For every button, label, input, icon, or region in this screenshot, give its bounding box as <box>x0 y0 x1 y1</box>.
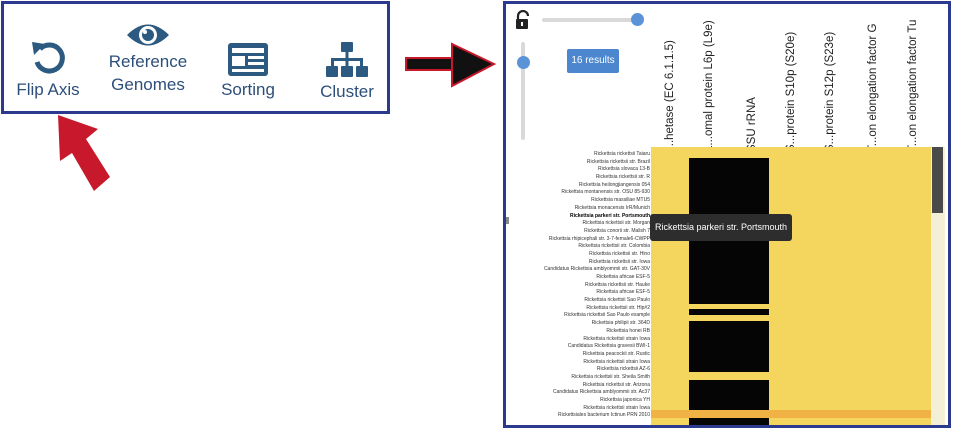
row-label[interactable]: Rickettsia rickettsii str. Brazil <box>510 159 650 167</box>
row-label[interactable]: Rickettsia rickettsii str. Morgan <box>510 220 650 228</box>
reference-genomes-button[interactable]: Reference Genomes <box>102 20 194 96</box>
column-header[interactable]: S...protein S10p (S20e) <box>785 32 797 152</box>
row-label[interactable]: Rickettsia rickettsii Sao Paulo example <box>510 312 650 320</box>
row-label[interactable]: Rickettsia parkeri str. Portsmouth <box>510 213 650 221</box>
column-header[interactable]: T...on elongation factor Tu <box>907 20 919 152</box>
flip-axis-button[interactable]: Flip Axis <box>8 38 88 101</box>
heat-cells-black[interactable] <box>689 380 769 425</box>
row-label[interactable]: Rickettsia japonica YH <box>510 397 650 405</box>
resize-handle[interactable] <box>506 217 509 224</box>
row-label[interactable]: Rickettsia africae ESF-5 <box>510 274 650 282</box>
row-label[interactable]: Rickettsia rickettsii str. Hauke <box>510 282 650 290</box>
sorting-label: Sorting <box>221 80 275 99</box>
row-label[interactable]: Rickettsia rickettsii AZ-6 <box>510 366 650 374</box>
column-header[interactable]: T...on elongation factor G <box>867 24 879 153</box>
undo-icon <box>32 42 65 74</box>
heat-row-highlight[interactable] <box>651 410 931 418</box>
heatmap-grid[interactable] <box>651 147 931 425</box>
row-label[interactable]: Rickettsia philipii str. 364D <box>510 320 650 328</box>
row-label[interactable]: Rickettsia heilongjiangensis 054 <box>510 182 650 190</box>
cluster-button[interactable]: Cluster <box>309 40 385 103</box>
row-labels: Rickettsia rickettsii Taiaru Rickettsia r… <box>510 151 650 420</box>
reference-label-line1: Reference <box>108 52 188 71</box>
sitemap-icon <box>326 42 368 77</box>
row-label[interactable]: Rickettsia rickettsii str. Colombia <box>510 243 650 251</box>
reference-label-line2: Genomes <box>111 75 185 94</box>
row-tooltip: Rickettsia parkeri str. Portsmouth <box>650 214 792 241</box>
row-label[interactable]: Rickettsia rickettsii str. Hino <box>510 251 650 259</box>
row-label[interactable]: Candidatus Rickettsia amblyommii str. Ac… <box>510 389 650 397</box>
row-label[interactable]: Rickettsia rickettsii strain Iowa <box>510 359 650 367</box>
row-label[interactable]: Rickettsia rickettsii Taiaru <box>510 151 650 159</box>
row-label[interactable]: Rickettsia monacensis IrR/Munich <box>510 205 650 213</box>
row-label[interactable]: Rickettsia rickettsii Sao Paulo <box>510 297 650 305</box>
row-label[interactable]: Rickettsia rickettsii str. Arizona <box>510 382 650 390</box>
column-headers: l...hetase (EC 6.1.1.5) L...omal protein … <box>506 4 948 153</box>
column-header[interactable]: SSU rRNA <box>746 97 758 152</box>
toolbar-panel: Flip Axis Reference Genomes Sorting Clus… <box>1 1 390 114</box>
heat-cells-black[interactable] <box>689 321 769 372</box>
row-label[interactable]: Rickettsiales bacterium Ictinun PRN 2010 <box>510 412 650 420</box>
column-header[interactable]: l...hetase (EC 6.1.1.5) <box>664 40 676 152</box>
heat-cells-black[interactable] <box>689 309 769 315</box>
newspaper-icon <box>228 43 268 76</box>
row-label[interactable]: Candidatus Rickettsia amblyommii str. GA… <box>510 266 650 274</box>
pointer-arrow-right-icon <box>405 42 497 88</box>
cluster-label: Cluster <box>320 82 374 101</box>
row-label[interactable]: Candidatus Rickettsia gravesii BWI-1 <box>510 343 650 351</box>
scrollbar-thumb[interactable] <box>932 147 943 213</box>
row-label[interactable]: Rickettsia africae ESF-5 <box>510 289 650 297</box>
column-header[interactable]: L...omal protein L6p (L9e) <box>703 20 715 152</box>
column-header[interactable]: S...protein S12p (S23e) <box>824 32 836 152</box>
heatmap-panel: 16 results l...hetase (EC 6.1.1.5) L...om… <box>503 1 951 428</box>
row-label[interactable]: Rickettsia montanensis str. OSU 85-930 <box>510 189 650 197</box>
row-label[interactable]: Rickettsia massiliae MTU5 <box>510 197 650 205</box>
row-label[interactable]: Rickettsia rickettsii str. Hlp#2 <box>510 305 650 313</box>
row-label[interactable]: Rickettsia rickettsii str. Iowa <box>510 259 650 267</box>
row-label[interactable]: Rickettsia conorii str. Malish 7 <box>510 228 650 236</box>
row-label[interactable]: Rickettsia honei RB <box>510 328 650 336</box>
row-label[interactable]: Rickettsia rickettsii strain Iowa <box>510 336 650 344</box>
eye-icon <box>127 24 169 46</box>
row-label[interactable]: Rickettsia rickettsii str. R <box>510 174 650 182</box>
row-label[interactable]: Rickettsia rickettsii strain Iowa <box>510 405 650 413</box>
sorting-button[interactable]: Sorting <box>209 40 287 101</box>
pointer-arrow-up-icon <box>58 115 110 191</box>
row-label[interactable]: Rickettsia rhipicephali str. 3-7-female6… <box>510 236 650 244</box>
flip-axis-label: Flip Axis <box>16 80 80 99</box>
row-label[interactable]: Rickettsia peacockii str. Rustic <box>510 351 650 359</box>
row-label[interactable]: Rickettsia slovaca 13-B <box>510 166 650 174</box>
row-label[interactable]: Rickettsia rickettsii str. Sheila Smith <box>510 374 650 382</box>
